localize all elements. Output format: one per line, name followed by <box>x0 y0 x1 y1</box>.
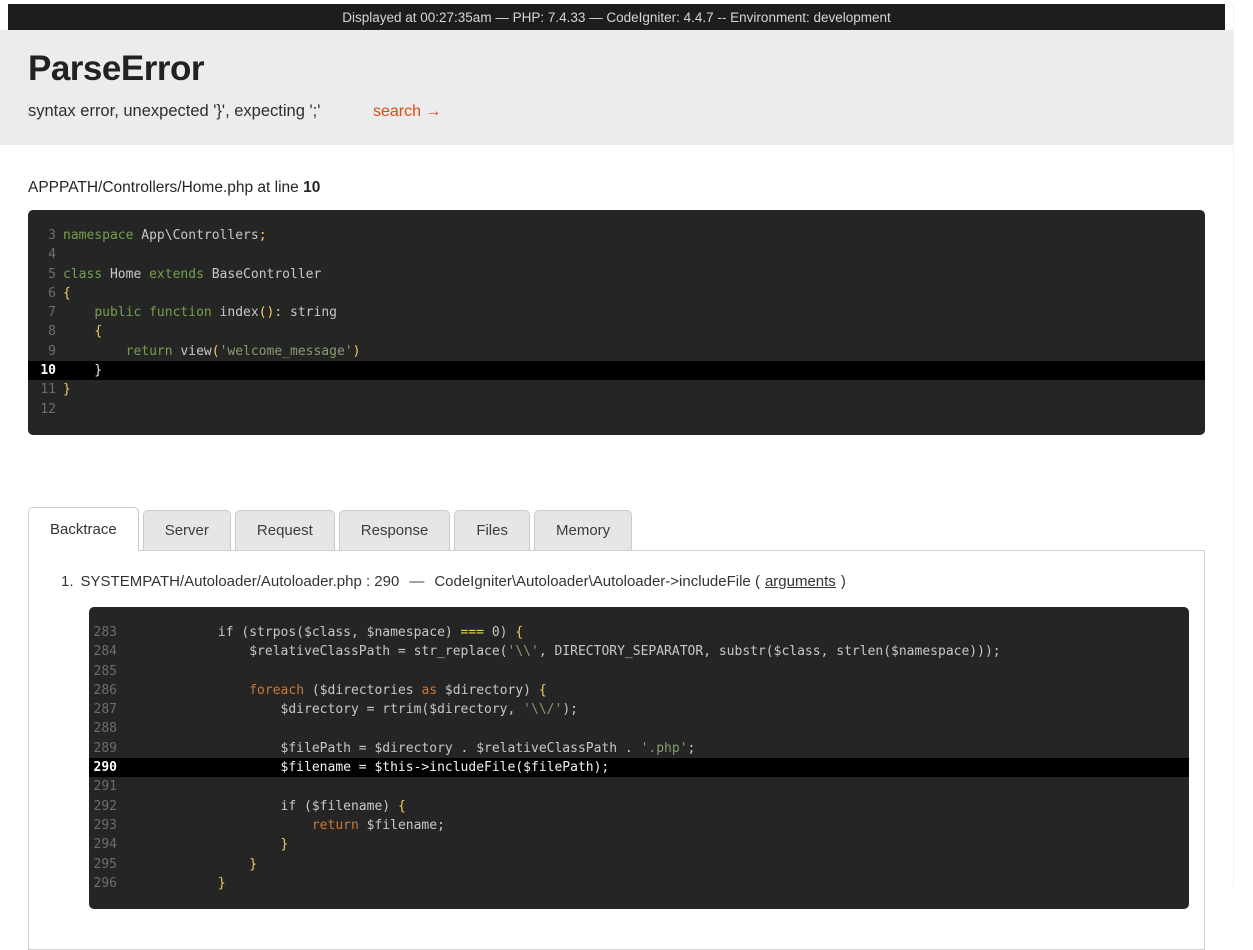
error-page: Displayed at 00:27:35am — PHP: 7.4.33 — … <box>0 4 1233 950</box>
code-line: 11} <box>28 380 1205 399</box>
line-number: 286 <box>89 681 117 700</box>
code-line: 9 return view('welcome_message') <box>28 342 1205 361</box>
tab-request[interactable]: Request <box>235 510 335 550</box>
code-line: 4 <box>28 245 1205 264</box>
code-text: { <box>63 284 71 303</box>
code-text: } <box>124 874 226 893</box>
source-file-path: APPPATH/Controllers/Home.php <box>28 179 253 196</box>
line-number: 294 <box>89 835 117 854</box>
scrollbar-track[interactable] <box>1233 4 1253 887</box>
code-line: 294 } <box>89 835 1189 854</box>
backtrace-entry: 1. SYSTEMPATH/Autoloader/Autoloader.php :… <box>61 573 1189 590</box>
line-number: 296 <box>89 874 117 893</box>
code-text: } <box>63 380 71 399</box>
source-code-block: 3 namespace App\Controllers; 45 class Home … <box>28 210 1205 435</box>
backtrace-index: 1. <box>61 573 74 590</box>
at-line-label: at line <box>253 179 303 196</box>
tab-response[interactable]: Response <box>339 510 451 550</box>
backtrace-panel: 1. SYSTEMPATH/Autoloader/Autoloader.php :… <box>28 550 1205 950</box>
code-line: 6{ <box>28 284 1205 303</box>
line-number: 284 <box>89 642 117 661</box>
code-line: 8 { <box>28 322 1205 341</box>
code-line: 5 class Home extends BaseController <box>28 265 1205 284</box>
tab-files[interactable]: Files <box>454 510 530 550</box>
code-line-highlighted: 290 $filename = $this->includeFile($file… <box>89 758 1189 777</box>
code-line: 289 $filePath = $directory . $relativeCl… <box>89 739 1189 758</box>
code-line: 285 <box>89 662 1189 681</box>
environment-bar: Displayed at 00:27:35am — PHP: 7.4.33 — … <box>8 4 1225 30</box>
line-number: 295 <box>89 855 117 874</box>
code-text: return $filename; <box>124 816 445 835</box>
code-line: 293 return $filename; <box>89 816 1189 835</box>
line-number: 10 <box>28 361 56 380</box>
backtrace-function: CodeIgniter\Autoloader\Autoloader->inclu… <box>434 573 750 590</box>
code-text: return view('welcome_message') <box>63 342 360 361</box>
line-number: 292 <box>89 797 117 816</box>
tab-memory[interactable]: Memory <box>534 510 632 550</box>
code-line: 12 <box>28 400 1205 419</box>
code-line: 292 if ($filename) { <box>89 797 1189 816</box>
line-number: 290 <box>89 758 117 777</box>
line-number: 289 <box>89 739 117 758</box>
environment-info: Displayed at 00:27:35am — PHP: 7.4.33 — … <box>342 10 891 25</box>
code-line: 7 public function index(): string <box>28 303 1205 322</box>
code-line: 296 } <box>89 874 1189 893</box>
code-text: namespace App\Controllers; <box>63 226 267 245</box>
args-open-paren: ( <box>755 573 760 590</box>
code-text: $filename = $this->includeFile($filePath… <box>124 758 609 777</box>
line-number: 3 <box>28 226 56 245</box>
backtrace-file: SYSTEMPATH/Autoloader/Autoloader.php : 2… <box>81 573 400 590</box>
source-location: APPPATH/Controllers/Home.php at line 10 <box>28 179 1205 197</box>
line-number: 8 <box>28 322 56 341</box>
code-line: 287 $directory = rtrim($directory, '\\/'… <box>89 700 1189 719</box>
line-number: 283 <box>89 623 117 642</box>
code-text: $relativeClassPath = str_replace('\\', D… <box>124 642 1001 661</box>
code-text: { <box>63 322 102 341</box>
line-number: 288 <box>89 719 117 738</box>
error-message: syntax error, unexpected '}', expecting … <box>28 102 320 120</box>
header: ParseError syntax error, unexpected '}',… <box>0 30 1233 145</box>
code-text: $directory = rtrim($directory, '\\/'); <box>124 700 578 719</box>
line-number: 9 <box>28 342 56 361</box>
line-number: 4 <box>28 245 56 264</box>
tab-server[interactable]: Server <box>143 510 231 550</box>
line-number: 291 <box>89 777 117 796</box>
code-line: 295 } <box>89 855 1189 874</box>
code-text: if (strpos($class, $namespace) === 0) { <box>124 623 523 642</box>
line-number: 11 <box>28 380 56 399</box>
arguments-link[interactable]: arguments <box>765 573 836 590</box>
tab-bar: BacktraceServerRequestResponseFilesMemor… <box>28 507 1205 550</box>
line-number: 293 <box>89 816 117 835</box>
code-text: } <box>63 361 102 380</box>
code-text: } <box>124 855 257 874</box>
code-line: 291 <box>89 777 1189 796</box>
backtrace-code-block: 283 if (strpos($class, $namespace) === 0… <box>89 607 1189 909</box>
args-close-paren: ) <box>841 573 846 590</box>
line-number: 287 <box>89 700 117 719</box>
code-line: 286 foreach ($directories as $directory)… <box>89 681 1189 700</box>
code-text: } <box>124 835 288 854</box>
main-content: APPPATH/Controllers/Home.php at line 10 … <box>0 179 1233 950</box>
line-number: 7 <box>28 303 56 322</box>
line-number: 5 <box>28 265 56 284</box>
code-line: 288 <box>89 719 1189 738</box>
error-message-row: syntax error, unexpected '}', expecting … <box>28 102 1205 121</box>
code-text: foreach ($directories as $directory) { <box>124 681 547 700</box>
page-title: ParseError <box>28 49 1205 89</box>
tab-backtrace[interactable]: Backtrace <box>28 507 139 551</box>
code-line: 283 if (strpos($class, $namespace) === 0… <box>89 623 1189 642</box>
code-line: 3 namespace App\Controllers; <box>28 226 1205 245</box>
source-line-number: 10 <box>303 179 320 196</box>
line-number: 12 <box>28 400 56 419</box>
code-text: if ($filename) { <box>124 797 406 816</box>
line-number: 285 <box>89 662 117 681</box>
code-text: public function index(): string <box>63 303 337 322</box>
code-line: 284 $relativeClassPath = str_replace('\\… <box>89 642 1189 661</box>
code-text: class Home extends BaseController <box>63 265 321 284</box>
line-number: 6 <box>28 284 56 303</box>
code-text: $filePath = $directory . $relativeClassP… <box>124 739 695 758</box>
search-link[interactable]: search → <box>373 103 441 120</box>
code-line-highlighted: 10 } <box>28 361 1205 380</box>
backtrace-separator: — <box>409 573 424 590</box>
